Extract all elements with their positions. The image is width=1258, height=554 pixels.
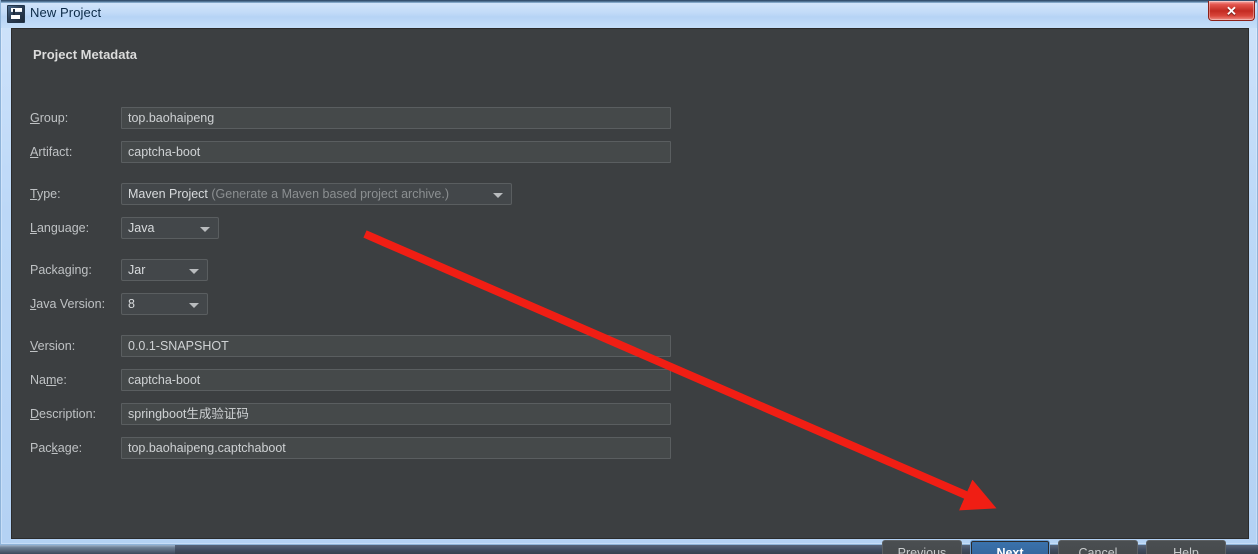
- dropdown-packaging-value: Jar: [128, 263, 146, 277]
- cancel-button[interactable]: Cancel: [1058, 540, 1138, 554]
- dropdown-java_version-value: 8: [128, 297, 135, 311]
- chevron-down-icon[interactable]: [189, 269, 199, 274]
- input-name[interactable]: captcha-boot: [121, 369, 671, 391]
- titlebar-top-edge: [1, 0, 1257, 3]
- label-package: Package:: [30, 441, 83, 455]
- label-name: Name:: [30, 373, 67, 387]
- close-button[interactable]: ✕: [1208, 1, 1255, 21]
- intellij-idea-icon-bar: [11, 15, 20, 19]
- label-group: Group:: [30, 111, 69, 125]
- input-artifact[interactable]: captcha-boot: [121, 141, 671, 163]
- chevron-down-icon[interactable]: [200, 227, 210, 232]
- label-packaging: Packaging:: [30, 263, 92, 277]
- label-language: Language:: [30, 221, 90, 235]
- dropdown-language[interactable]: Java: [121, 217, 219, 239]
- section-title-project-metadata: Project Metadata: [33, 47, 138, 62]
- dropdown-type-hint: (Generate a Maven based project archive.…: [211, 187, 450, 201]
- dropdown-type-value: Maven Project: [128, 187, 208, 201]
- previous-button[interactable]: Previous: [882, 540, 962, 554]
- input-group[interactable]: top.baohaipeng: [121, 107, 671, 129]
- window-titlebar[interactable]: New Project ✕: [1, 0, 1257, 28]
- dropdown-language-value: Java: [128, 221, 155, 235]
- next-button[interactable]: Next: [970, 540, 1050, 554]
- dialog-content: Project Metadata Group: top.baohaipeng Art…: [11, 28, 1249, 554]
- input-package[interactable]: top.baohaipeng.captchaboot: [121, 437, 671, 459]
- label-type: Type:: [30, 187, 61, 201]
- label-version: Version:: [30, 339, 76, 353]
- close-icon: ✕: [1226, 3, 1237, 18]
- input-version[interactable]: 0.0.1-SNAPSHOT: [121, 335, 671, 357]
- label-java_version: Java Version:: [30, 297, 106, 311]
- dropdown-type[interactable]: Maven Project (Generate a Maven based pr…: [121, 183, 512, 205]
- label-description: Description:: [30, 407, 97, 421]
- help-button[interactable]: Help: [1146, 540, 1226, 554]
- intellij-idea-icon: [7, 5, 25, 23]
- window-title: New Project: [30, 5, 102, 20]
- dropdown-java_version[interactable]: 8: [121, 293, 208, 315]
- chevron-down-icon[interactable]: [493, 193, 503, 198]
- label-artifact: Artifact:: [30, 145, 73, 159]
- new-project-window: New Project ✕ Project Metadata Group: top…: [0, 0, 1258, 554]
- screen: New Project ✕ Project Metadata Group: top…: [0, 0, 1258, 554]
- input-description[interactable]: springboot生成验证码: [121, 403, 671, 425]
- dropdown-packaging[interactable]: Jar: [121, 259, 208, 281]
- chevron-down-icon[interactable]: [189, 303, 199, 308]
